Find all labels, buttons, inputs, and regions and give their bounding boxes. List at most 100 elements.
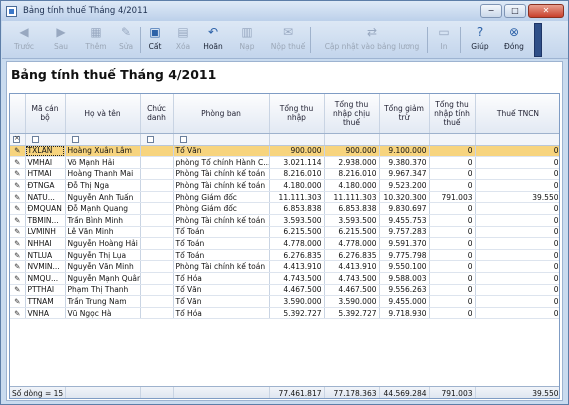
cell-name[interactable]: Đỗ Thị Nga [65, 179, 141, 192]
clear-filter-icon[interactable] [13, 134, 20, 143]
cell-code[interactable]: PTTHAI [25, 284, 66, 297]
row-edit-icon[interactable]: ✎ [10, 214, 26, 227]
row-edit-icon[interactable]: ✎ [10, 191, 26, 204]
filter-icon[interactable] [179, 135, 187, 143]
cell-tax[interactable]: 39.550 [475, 191, 559, 204]
filter-icon[interactable] [31, 135, 39, 143]
cell-taxable[interactable]: 6.276.835 [324, 249, 380, 262]
table-row[interactable]: ✎ ĐTNGA Đỗ Thị Nga Phòng Tài chính kế toán 4… [10, 179, 559, 192]
cell-code[interactable]: NMQU... [25, 272, 66, 285]
cell-name[interactable]: Nguyễn Mạnh Quân [65, 272, 141, 285]
cell-deduction[interactable]: 9.455.000 [379, 295, 430, 308]
cell-title[interactable] [140, 168, 174, 181]
cell-assessable[interactable]: 0 [429, 284, 476, 297]
cell-taxable[interactable]: 11.111.303 [324, 191, 380, 204]
cell-code[interactable]: VMHAI [25, 156, 66, 169]
row-edit-icon[interactable]: ✎ [10, 179, 26, 192]
toolbar-button-2[interactable]: ▦ Thêm [82, 23, 110, 57]
cell-income[interactable]: 6.276.835 [269, 249, 325, 262]
cell-deduction[interactable]: 9.757.283 [379, 226, 430, 239]
cell-deduction[interactable]: 9.380.370 [379, 156, 430, 169]
toolbar-button-7[interactable]: ▥ Nạp [233, 23, 261, 57]
cell-title[interactable] [140, 179, 174, 192]
cell-title[interactable] [140, 156, 174, 169]
column-header-title[interactable]: Chức danh [140, 94, 174, 134]
maximize-button[interactable]: □ [504, 4, 526, 18]
cell-name[interactable]: Hoàng Xuân Lâm [65, 145, 141, 158]
cell-title[interactable] [140, 307, 174, 320]
cell-code[interactable]: ĐTNGA [25, 179, 66, 192]
cell-dept[interactable]: Phòng Tài chính kế toán [173, 260, 270, 274]
cell-deduction[interactable]: 9.523.200 [379, 179, 430, 192]
cell-title[interactable] [140, 226, 174, 239]
cell-taxable[interactable]: 4.467.500 [324, 284, 380, 297]
filter-assessable[interactable] [429, 133, 476, 146]
row-edit-icon[interactable]: ✎ [10, 226, 26, 239]
cell-dept[interactable]: phòng Tổ chính Hành C... [173, 156, 270, 169]
cell-assessable[interactable]: 0 [429, 214, 476, 227]
cell-name[interactable]: Võ Mạnh Hải [65, 156, 141, 169]
cell-deduction[interactable]: 9.718.930 [379, 307, 430, 320]
cell-dept[interactable]: Tổ Văn [173, 295, 270, 308]
cell-title[interactable] [140, 272, 174, 285]
row-edit-icon[interactable]: ✎ [10, 260, 26, 274]
cell-deduction[interactable]: 9.550.100 [379, 260, 430, 274]
cell-taxable[interactable]: 2.938.000 [324, 156, 380, 169]
cell-name[interactable]: Trần Trung Nam [65, 295, 141, 308]
cell-assessable[interactable]: 0 [429, 272, 476, 285]
cell-title[interactable] [140, 191, 174, 204]
cell-deduction[interactable]: 9.556.263 [379, 284, 430, 297]
cell-income[interactable]: 4.413.910 [269, 260, 325, 274]
cell-code[interactable]: VNHA [25, 307, 66, 320]
cell-code[interactable]: LVMINH [25, 226, 66, 239]
row-edit-icon[interactable]: ✎ [10, 307, 26, 320]
table-row[interactable]: ✎ LVMINH Lê Văn Minh Tổ Toán 6.215.500 6.215.… [10, 226, 559, 239]
column-header-taxable[interactable]: Tổng thu nhập chịu thuế [324, 94, 380, 134]
cell-deduction[interactable]: 9.775.798 [379, 249, 430, 262]
filter-icon[interactable] [146, 135, 154, 143]
cell-assessable[interactable]: 0 [429, 260, 476, 274]
title-bar[interactable]: Bảng tính thuế Tháng 4/2011 − □ ✕ [1, 1, 568, 21]
column-header-deduction[interactable]: Tổng giảm trừ [379, 94, 430, 134]
cell-tax[interactable]: 0 [475, 145, 559, 158]
cell-tax[interactable]: 0 [475, 214, 559, 227]
cell-tax[interactable]: 0 [475, 307, 559, 320]
cell-title[interactable] [140, 214, 174, 227]
cell-income[interactable]: 4.180.000 [269, 179, 325, 192]
cell-taxable[interactable]: 4.413.910 [324, 260, 380, 274]
cell-taxable[interactable]: 6.853.838 [324, 202, 380, 216]
cell-code[interactable]: NATU... [25, 191, 66, 204]
table-row[interactable]: ✎ TBMIN... Trần Bình Minh Phòng Tài chính k… [10, 214, 559, 227]
cell-assessable[interactable]: 791.003 [429, 191, 476, 204]
column-header-income[interactable]: Tổng thu nhập [269, 94, 325, 134]
table-row[interactable]: ✎ NMQU... Nguyễn Mạnh Quân Tổ Hóa 4.743.500 4… [10, 272, 559, 285]
cell-income[interactable]: 6.853.838 [269, 202, 325, 216]
cell-tax[interactable]: 0 [475, 179, 559, 192]
toolbar-button-12[interactable]: ⊗ Đóng [498, 23, 530, 57]
filter-name[interactable] [65, 133, 141, 146]
toolbar-button-4[interactable]: ▣ Cất [143, 23, 167, 57]
cell-tax[interactable]: 0 [475, 226, 559, 239]
column-header-assessable[interactable]: Tổng thu nhập tính thuế [429, 94, 476, 134]
cell-code[interactable]: NVMIN... [25, 260, 66, 274]
cell-income[interactable]: 3.021.114 [269, 156, 325, 169]
cell-dept[interactable]: Phòng Giám đốc [173, 191, 270, 204]
cell-income[interactable]: 3.590.000 [269, 295, 325, 308]
cell-dept[interactable]: Tổ Toán [173, 226, 270, 239]
cell-income[interactable]: 4.467.500 [269, 284, 325, 297]
cell-taxable[interactable]: 8.216.010 [324, 168, 380, 181]
toolbar-button-10[interactable]: ▭ In [432, 23, 456, 57]
cell-title[interactable] [140, 284, 174, 297]
row-edit-icon[interactable]: ✎ [10, 249, 26, 262]
table-row[interactable]: ✎ NVMIN... Nguyễn Văn Minh Phòng Tài chính … [10, 260, 559, 274]
cell-assessable[interactable]: 0 [429, 156, 476, 169]
cell-tax[interactable]: 0 [475, 249, 559, 262]
cell-name[interactable]: Vũ Ngọc Hà [65, 307, 141, 320]
toolbar-button-5[interactable]: ▤ Xóa [170, 23, 196, 57]
cell-income[interactable]: 900.000 [269, 145, 325, 158]
cell-income[interactable]: 11.111.303 [269, 191, 325, 204]
table-row[interactable]: ✎ TXLAN Hoàng Xuân Lâm Tổ Văn 900.000 900.000… [10, 145, 559, 158]
cell-income[interactable]: 4.743.500 [269, 272, 325, 285]
cell-assessable[interactable]: 0 [429, 202, 476, 216]
cell-title[interactable] [140, 249, 174, 262]
